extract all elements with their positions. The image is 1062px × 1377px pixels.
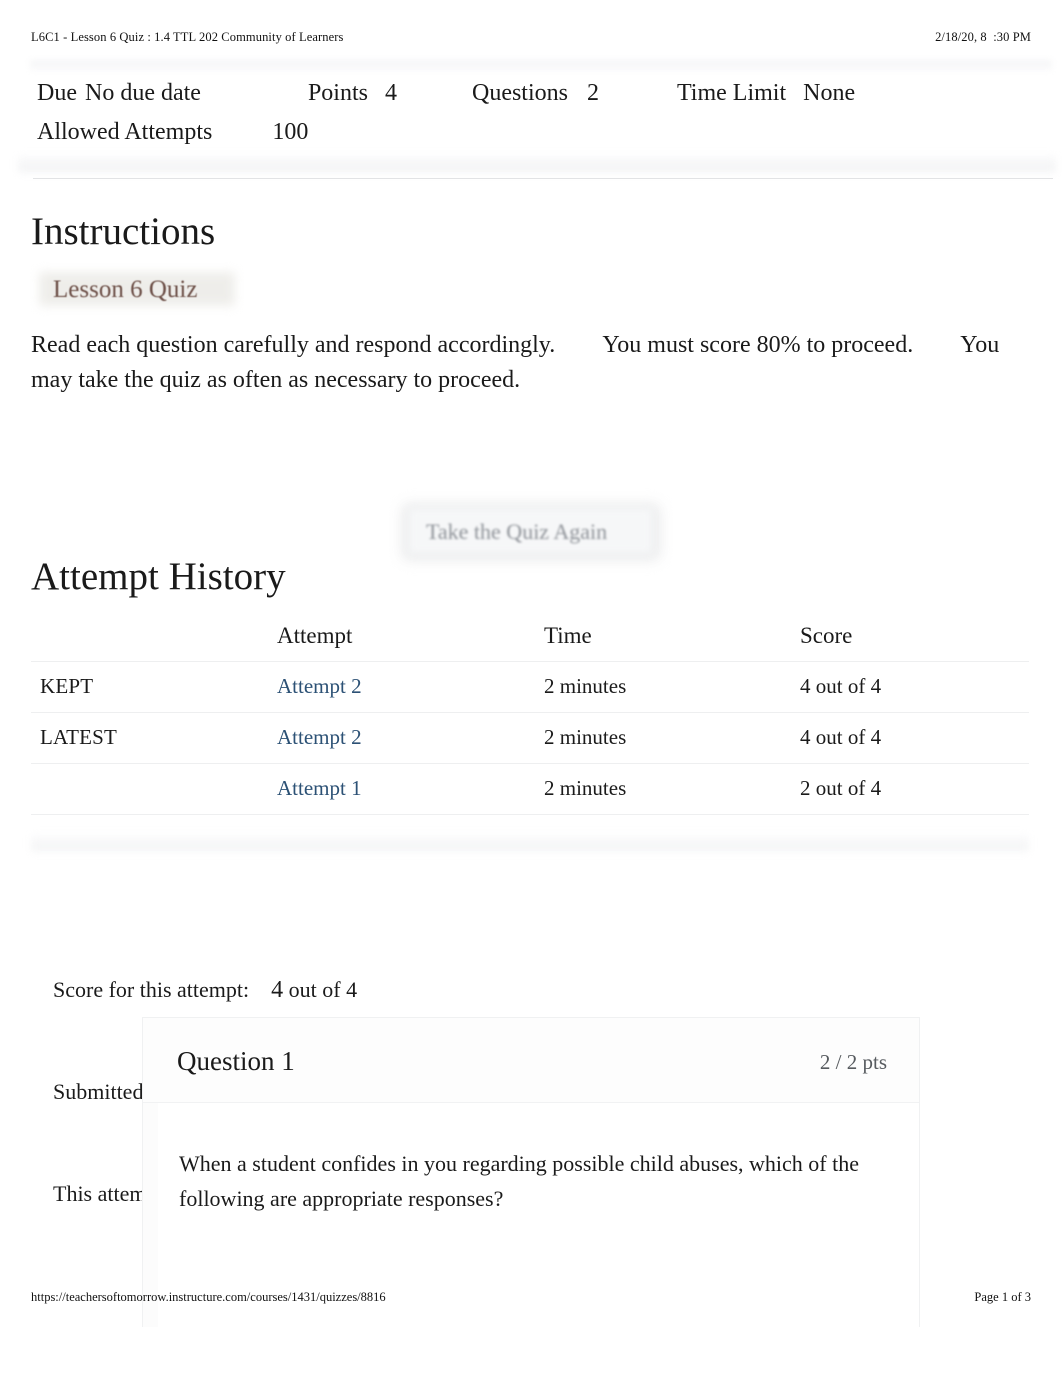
question-text: When a student confides in you regarding… (179, 1151, 865, 1211)
allowed-attempts-label: Allowed Attempts (37, 119, 213, 145)
meta-divider (33, 178, 1053, 179)
score-suffix: out of 4 (283, 977, 358, 1002)
question-card: Question 1 2 / 2 pts When a student conf… (142, 1017, 920, 1327)
print-footer-url: https://teachersoftomorrow.instructure.c… (31, 1290, 386, 1304)
score-value: 4 (271, 977, 284, 1003)
row-time: 2 minutes (544, 763, 800, 815)
take-quiz-button-label: Take the Quiz Again (426, 519, 608, 544)
row-time: 2 minutes (544, 661, 800, 713)
row-status: LATEST (40, 725, 118, 749)
table-header-row: Attempt Time Score (31, 613, 1029, 662)
meta-band-bottom (18, 156, 1056, 172)
column-header-status (31, 613, 277, 662)
attempt-link[interactable]: Attempt 2 (277, 725, 362, 749)
allowed-attempts-value: 100 (272, 119, 309, 145)
questions-label: Questions (471, 80, 568, 106)
question-card-body: When a student confides in you regarding… (143, 1103, 919, 1216)
table-row: LATEST Attempt 2 2 minutes 4 out of 4 (31, 712, 1029, 764)
table-row-spacer (31, 814, 1029, 835)
row-score: 4 out of 4 (800, 712, 1029, 764)
row-score: 2 out of 4 (800, 763, 1029, 815)
points-label: Points (307, 80, 368, 106)
time-limit-value: None (803, 80, 856, 106)
table-row: Attempt 1 2 minutes 2 out of 4 (31, 763, 1029, 815)
row-score: 4 out of 4 (800, 661, 1029, 713)
points-value: 4 (384, 80, 397, 106)
row-time: 2 minutes (544, 712, 800, 764)
print-footer-page: Page 1 of 3 (974, 1290, 1031, 1304)
quiz-meta-bar: Due No due date Points 4 Questions 2 Time Limi… (0, 60, 1062, 179)
take-quiz-again-button[interactable]: Take the Quiz Again (398, 492, 668, 576)
print-footer: https://teachersoftomorrow.instructure.c… (31, 1290, 1031, 1305)
time-limit-label: Time Limit (676, 80, 787, 106)
page-content: Due No due date Points 4 Questions 2 Time Limi… (0, 60, 1062, 1327)
lesson-badge-label: Lesson 6 Quiz (53, 276, 198, 303)
print-header-title: L6C1 - Lesson 6 Quiz : 1.4 TTL 202 Commu… (31, 29, 344, 44)
instructions-heading: Instructions (31, 210, 216, 253)
attempt-link[interactable]: Attempt 1 (277, 776, 362, 800)
instructions-body: Read each question carefully and respond… (31, 332, 1006, 393)
print-header: L6C1 - Lesson 6 Quiz : 1.4 TTL 202 Commu… (31, 28, 1031, 46)
score-label: Score for this attempt: (53, 977, 250, 1002)
table-bottom-band (31, 835, 1029, 851)
question-card-header: Question 1 2 / 2 pts (143, 1018, 919, 1103)
column-header-attempt: Attempt (277, 623, 353, 648)
attempt-summary-score-line: Score for this attempt: 4 out of 4 (53, 973, 357, 1007)
print-header-timestamp: 2/18/20, 8 :30 PM (935, 29, 1031, 44)
quiz-meta-row-attempts: Allowed Attempts 100 (0, 113, 1062, 152)
meta-band-top (30, 60, 1052, 71)
due-label: Due (37, 80, 77, 106)
row-status: KEPT (40, 674, 94, 698)
lesson-badge: Lesson 6 Quiz (31, 268, 261, 312)
question-points: 2 / 2 pts (819, 1050, 887, 1074)
attempt-history-table: Attempt Time Score KEPT Attempt 2 2 minu… (31, 613, 1029, 851)
attempt-history-heading: Attempt History (31, 555, 286, 598)
quiz-meta-row-primary: Due No due date Points 4 Questions 2 Time Limi… (0, 74, 1062, 113)
questions-value: 2 (586, 80, 599, 106)
question-title: Question 1 (177, 1046, 295, 1076)
table-row: KEPT Attempt 2 2 minutes 4 out of 4 (31, 661, 1029, 713)
column-header-time: Time (544, 623, 592, 648)
attempt-link[interactable]: Attempt 2 (277, 674, 362, 698)
due-value: No due date (84, 80, 201, 106)
column-header-score: Score (800, 623, 853, 648)
